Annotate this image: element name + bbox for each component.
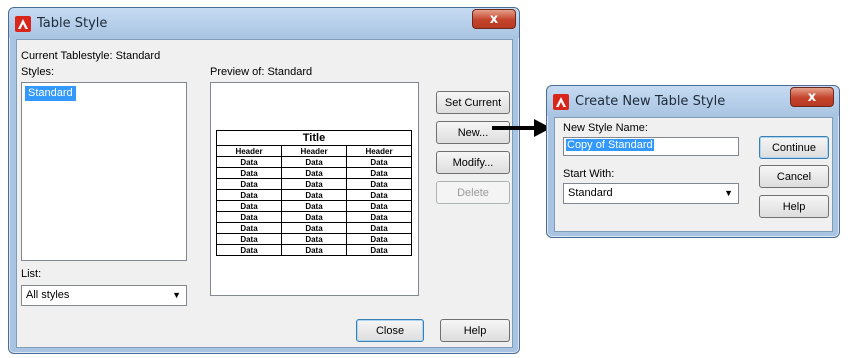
- preview-data-cell: Data: [281, 244, 347, 256]
- preview-data-cell: Data: [346, 167, 412, 179]
- preview-data-cell: Data: [346, 156, 412, 168]
- style-preview-pane: Title Header Header Header Data Data Data …: [210, 82, 419, 296]
- preview-data-cell: Data: [281, 211, 347, 223]
- preview-data-cell: Data: [281, 167, 347, 179]
- autocad-app-icon: [15, 16, 31, 32]
- new-style-name-label: New Style Name:: [563, 122, 648, 134]
- preview-data-row: Data Data Data: [216, 200, 412, 212]
- list-filter-value: All styles: [26, 289, 70, 301]
- arrow-connector: [492, 119, 551, 137]
- preview-label: Preview of: Standard: [210, 66, 313, 78]
- preview-data-cell: Data: [346, 244, 412, 256]
- preview-data-cell: Data: [346, 178, 412, 190]
- close-icon[interactable]: x: [472, 9, 516, 29]
- list-filter-select[interactable]: All styles ▼: [21, 285, 187, 306]
- preview-data-cell: Data: [281, 178, 347, 190]
- preview-header-cell: Header: [216, 145, 282, 157]
- dialog-body: Current Tablestyle: Standard Styles: Sta…: [16, 39, 513, 348]
- dialog-body: New Style Name: Copy of Standard Start W…: [554, 117, 833, 232]
- chevron-down-icon: ▼: [724, 188, 733, 198]
- preview-data-cell: Data: [216, 156, 282, 168]
- start-with-value: Standard: [568, 187, 613, 199]
- cancel-button[interactable]: Cancel: [759, 165, 829, 188]
- style-item-standard[interactable]: Standard: [25, 86, 76, 101]
- styles-listbox[interactable]: Standard: [21, 82, 187, 261]
- preview-data-cell: Data: [281, 189, 347, 201]
- dialog-title: Create New Table Style: [575, 94, 726, 109]
- preview-data-cell: Data: [346, 211, 412, 223]
- preview-data-cell: Data: [216, 167, 282, 179]
- preview-header-cell: Header: [281, 145, 347, 157]
- create-new-table-style-dialog: Create New Table Style x New Style Name:…: [546, 85, 840, 238]
- preview-data-cell: Data: [216, 178, 282, 190]
- continue-button[interactable]: Continue: [759, 136, 829, 159]
- preview-data-cell: Data: [346, 189, 412, 201]
- styles-label: Styles:: [21, 66, 55, 78]
- current-tablestyle-label: Current Tablestyle: Standard: [21, 50, 161, 62]
- preview-data-cell: Data: [346, 222, 412, 234]
- delete-button[interactable]: Delete: [436, 181, 510, 204]
- preview-table-title: Title: [216, 130, 412, 146]
- preview-data-row: Data Data Data: [216, 167, 412, 179]
- preview-data-row: Data Data Data: [216, 244, 412, 256]
- preview-data-cell: Data: [216, 233, 282, 245]
- preview-header-cell: Header: [346, 145, 412, 157]
- preview-data-cell: Data: [346, 200, 412, 212]
- help-button[interactable]: Help: [440, 319, 510, 342]
- preview-data-cell: Data: [216, 211, 282, 223]
- dialog-title: Table Style: [37, 16, 108, 31]
- chevron-down-icon: ▼: [172, 290, 181, 300]
- table-style-dialog: Table Style x Current Tablestyle: Standa…: [8, 7, 520, 354]
- list-label: List:: [21, 268, 42, 280]
- preview-data-row: Data Data Data: [216, 222, 412, 234]
- close-button[interactable]: Close: [356, 319, 424, 342]
- preview-data-cell: Data: [216, 200, 282, 212]
- preview-data-cell: Data: [281, 156, 347, 168]
- preview-data-cell: Data: [281, 233, 347, 245]
- preview-data-cell: Data: [281, 200, 347, 212]
- preview-data-cell: Data: [346, 233, 412, 245]
- preview-data-row: Data Data Data: [216, 156, 412, 168]
- preview-data-cell: Data: [216, 244, 282, 256]
- preview-data-row: Data Data Data: [216, 178, 412, 190]
- start-with-label: Start With:: [563, 168, 615, 180]
- preview-data-row: Data Data Data: [216, 211, 412, 223]
- preview-data-cell: Data: [216, 222, 282, 234]
- preview-data-cell: Data: [216, 189, 282, 201]
- preview-header-row: Header Header Header: [216, 145, 412, 157]
- preview-data-row: Data Data Data: [216, 233, 412, 245]
- close-icon[interactable]: x: [790, 87, 834, 107]
- modify-button[interactable]: Modify...: [436, 151, 510, 174]
- preview-table: Title Header Header Header Data Data Data …: [216, 130, 412, 256]
- set-current-button[interactable]: Set Current: [436, 91, 510, 114]
- help-button[interactable]: Help: [759, 195, 829, 218]
- preview-data-row: Data Data Data: [216, 189, 412, 201]
- new-style-name-value: Copy of Standard: [566, 139, 654, 151]
- start-with-select[interactable]: Standard ▼: [563, 183, 739, 204]
- new-style-name-input[interactable]: Copy of Standard: [563, 137, 739, 156]
- preview-data-cell: Data: [281, 222, 347, 234]
- autocad-app-icon: [553, 94, 569, 110]
